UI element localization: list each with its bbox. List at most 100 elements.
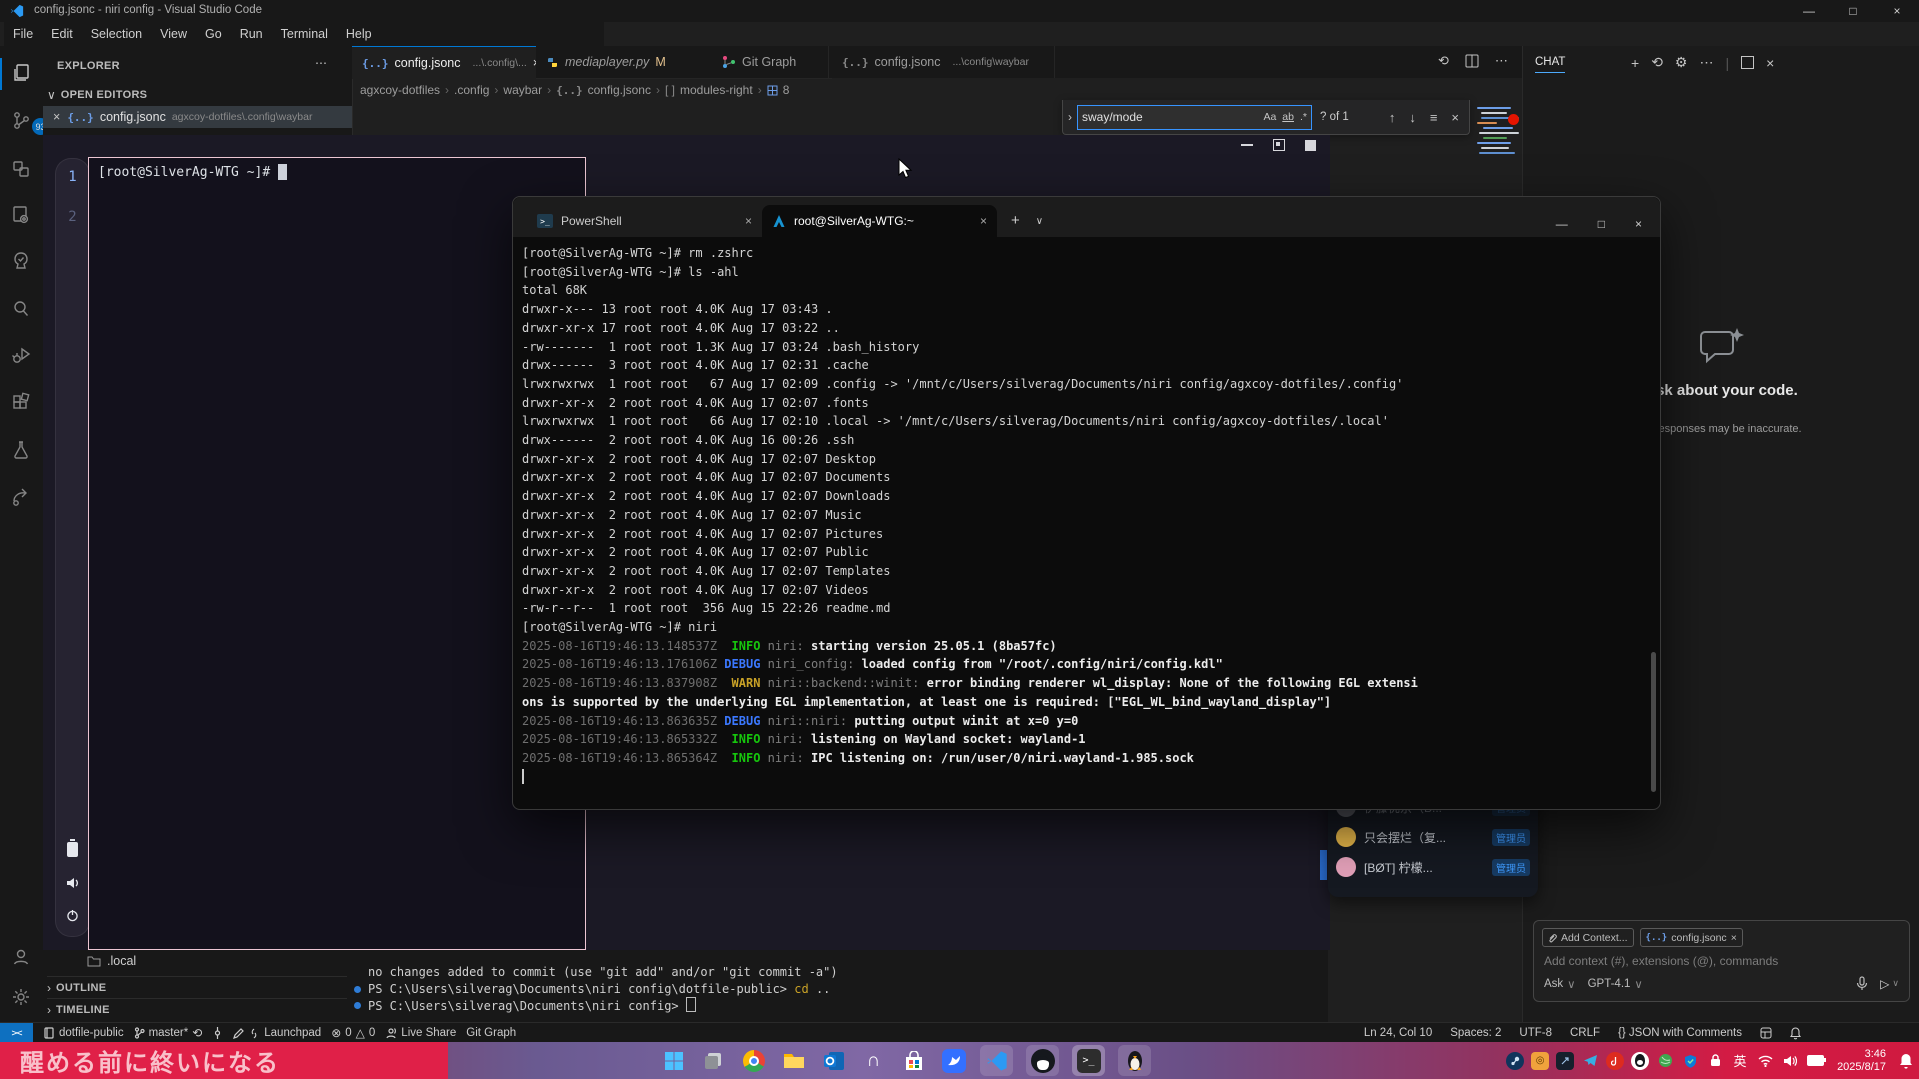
launchpad-item[interactable]: Launchpad	[233, 1027, 321, 1039]
toggle-replace-icon[interactable]: ›	[1068, 110, 1072, 124]
workspace-1[interactable]: 1	[68, 169, 76, 185]
minimap[interactable]	[1477, 105, 1525, 167]
notification-bell-icon[interactable]	[1899, 1053, 1913, 1069]
dark-app-icon[interactable]	[1556, 1052, 1574, 1070]
waybar-panel[interactable]: 1 2	[55, 158, 90, 937]
close-icon[interactable]	[1305, 140, 1316, 151]
close-button[interactable]: ×	[1875, 0, 1919, 22]
mode-picker[interactable]: Ask	[1544, 978, 1563, 990]
menu-edit[interactable]: Edit	[42, 27, 82, 41]
more-actions-icon[interactable]: ⋯	[1495, 53, 1508, 69]
power-icon[interactable]	[66, 909, 79, 922]
file-explorer-icon[interactable]	[780, 1047, 807, 1074]
timeline-history-icon[interactable]: ⟲	[1438, 53, 1449, 69]
open-editors-header[interactable]: ∨OPEN EDITORS	[47, 88, 147, 102]
volume-icon[interactable]	[1781, 1052, 1799, 1070]
qq-tray-icon[interactable]	[1631, 1052, 1649, 1070]
command-decoration-icon[interactable]	[354, 986, 361, 993]
symbols-icon[interactable]	[10, 158, 34, 182]
lyrics-overlay[interactable]: 醒める前に終いになる	[0, 1042, 448, 1079]
terminal-icon[interactable]: >_	[1072, 1045, 1105, 1076]
expand-icon[interactable]	[1741, 56, 1754, 69]
menu-run[interactable]: Run	[231, 27, 272, 41]
source-control-graph-icon[interactable]: 93	[10, 110, 34, 134]
vscode-titlebar[interactable]: config.jsonc - niri config - Visual Stud…	[0, 0, 1919, 22]
close-icon[interactable]: ×	[1766, 55, 1774, 71]
open-editor-item[interactable]: × {..} config.jsonc agxcoy-dotfiles\.con…	[43, 106, 352, 128]
steam-icon[interactable]	[1506, 1052, 1524, 1070]
breadcrumb[interactable]: agxcoy-dotfiles› .config› waybar› {..} c…	[360, 80, 789, 100]
menu-go[interactable]: Go	[196, 27, 231, 41]
feedback-icon[interactable]	[1760, 1027, 1772, 1039]
lock-icon[interactable]	[1706, 1052, 1724, 1070]
tab-chat[interactable]: CHAT	[1535, 56, 1565, 73]
indentation[interactable]: Spaces: 2	[1450, 1027, 1501, 1039]
send-button[interactable]: ▷∨	[1880, 977, 1899, 991]
language-mode[interactable]: {} JSON with Comments	[1618, 1027, 1742, 1039]
wifi-icon[interactable]	[1756, 1052, 1774, 1070]
previous-match-icon[interactable]: ↑	[1389, 110, 1396, 125]
notifications-bell-icon[interactable]	[1790, 1027, 1801, 1040]
new-tab-icon[interactable]: +	[1011, 212, 1020, 229]
account-icon[interactable]	[10, 946, 34, 970]
add-context-button[interactable]: Add Context...	[1542, 928, 1634, 947]
maximize-button[interactable]: □	[1831, 0, 1875, 22]
tree-item-local[interactable]: .local	[87, 954, 136, 968]
match-case-icon[interactable]: Aa	[1263, 111, 1276, 123]
close-tab-icon[interactable]: ×	[980, 214, 987, 228]
store-icon[interactable]	[900, 1047, 927, 1074]
minimize-button[interactable]: —	[1556, 217, 1568, 231]
gear-icon[interactable]: ⚙	[1675, 54, 1688, 71]
restore-icon[interactable]	[1273, 139, 1285, 151]
telegram-icon[interactable]	[1581, 1052, 1599, 1070]
ime-indicator[interactable]: 英	[1731, 1052, 1749, 1070]
close-tab-icon[interactable]: ×	[745, 214, 752, 228]
tab-dropdown-icon[interactable]: ∨	[1036, 216, 1043, 227]
menu-terminal[interactable]: Terminal	[272, 27, 337, 41]
outline-section[interactable]: ›OUTLINE	[47, 976, 347, 999]
minimize-button[interactable]: —	[1787, 0, 1831, 22]
maximize-button[interactable]: □	[1598, 217, 1605, 231]
windows-terminal-window[interactable]: >_ PowerShell × root@SilverAg-WTG:~ × + …	[512, 196, 1661, 810]
timeline-section[interactable]: ›TIMELINE	[47, 998, 347, 1021]
bluebird-app-icon[interactable]	[940, 1047, 967, 1074]
find-in-selection-icon[interactable]: ≡	[1430, 110, 1438, 125]
battery-tray-icon[interactable]	[1806, 1052, 1824, 1070]
chat-input-box[interactable]: Add Context... {..} config.jsonc × Add c…	[1533, 920, 1910, 1002]
vscode-icon[interactable]	[980, 1045, 1013, 1076]
close-icon[interactable]: ×	[53, 110, 60, 124]
run-debug-icon[interactable]	[10, 345, 34, 369]
git-graph-item[interactable]: Git Graph	[466, 1027, 516, 1039]
command-decoration-icon[interactable]	[354, 1002, 361, 1009]
menu-view[interactable]: View	[151, 27, 196, 41]
model-picker[interactable]: GPT-4.1	[1588, 978, 1631, 990]
workspace-2[interactable]: 2	[68, 209, 76, 225]
eol-sequence[interactable]: CRLF	[1570, 1027, 1600, 1039]
beaker-icon[interactable]	[10, 439, 34, 463]
repo-item[interactable]: dotfile-public	[43, 1027, 124, 1039]
explorer-icon[interactable]	[10, 62, 34, 86]
integrated-terminal[interactable]: no changes added to commit (use "git add…	[352, 950, 1328, 1022]
encoding[interactable]: UTF-8	[1519, 1027, 1552, 1039]
more-icon[interactable]: ⋯	[1699, 54, 1713, 71]
more-actions-icon[interactable]: ⋯	[315, 56, 327, 70]
search-icon[interactable]	[10, 298, 34, 322]
remove-context-icon[interactable]: ×	[1731, 932, 1737, 944]
minimize-icon[interactable]	[1241, 144, 1253, 146]
terminal-output[interactable]: [root@SilverAg-WTG ~]# rm .zshrc[root@Si…	[514, 237, 1659, 807]
speaker-icon[interactable]	[66, 877, 80, 889]
commit-graph-item[interactable]	[212, 1027, 223, 1039]
settings-gear-icon[interactable]	[10, 986, 34, 1010]
find-input[interactable]: sway/mode Aa ab .*	[1077, 105, 1312, 130]
split-editor-icon[interactable]	[1465, 54, 1479, 68]
tab-wsl-arch[interactable]: root@SilverAg-WTG:~ ×	[762, 205, 997, 237]
globe-app-icon[interactable]	[1656, 1052, 1674, 1070]
tab-mediaplayer-py[interactable]: mediaplayer.py M	[536, 46, 713, 78]
remote-share-icon[interactable]	[10, 486, 34, 510]
problems-item[interactable]: ⊗0 △0	[331, 1026, 375, 1040]
qq-icon[interactable]	[1026, 1045, 1059, 1076]
branch-item[interactable]: master* ⟲	[134, 1026, 203, 1040]
netease-icon[interactable]	[1606, 1052, 1624, 1070]
tab-powershell[interactable]: >_ PowerShell ×	[527, 205, 762, 237]
tab-git-graph[interactable]: Git Graph	[712, 46, 829, 78]
